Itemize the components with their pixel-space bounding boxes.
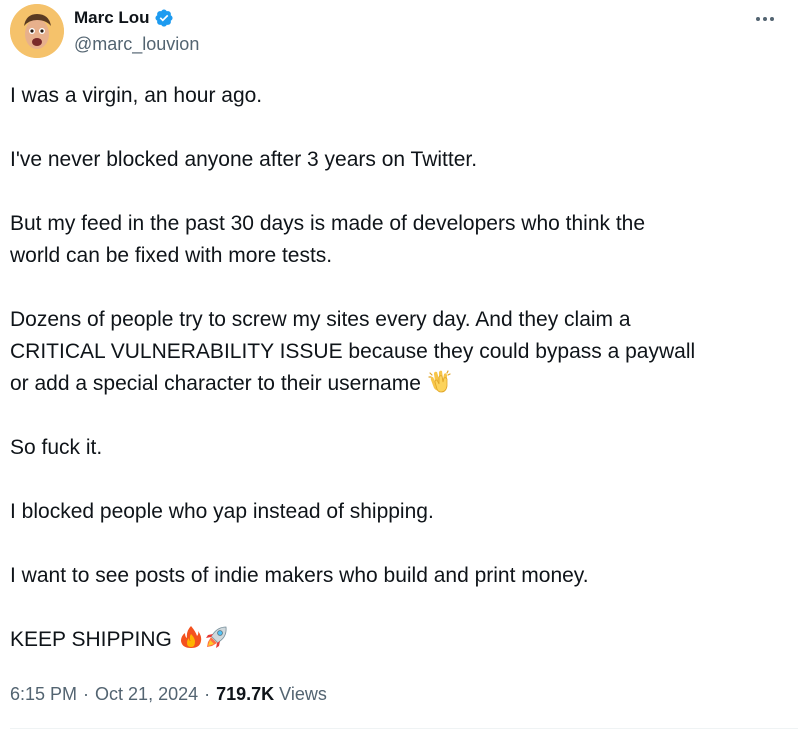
more-options-button[interactable]: [752, 8, 778, 28]
avatar[interactable]: [10, 4, 64, 58]
tweet-header: Marc Lou @marc_louvion: [10, 4, 790, 58]
views-count[interactable]: 719.7K: [216, 680, 274, 708]
meta-separator: ·: [83, 684, 90, 704]
tweet-time[interactable]: 6:15 PM: [10, 680, 77, 708]
author-names: Marc Lou @marc_louvion: [74, 6, 199, 56]
verified-badge-icon[interactable]: [154, 8, 174, 28]
clapping-hands-emoji: [427, 368, 453, 394]
divider: [10, 728, 798, 729]
display-name-row: Marc Lou: [74, 6, 199, 30]
views-label: Views: [279, 684, 327, 704]
tweet-paragraph: So fuck it.: [10, 436, 103, 459]
tweet-paragraph-with-emoji: KEEP SHIPPING: [10, 624, 780, 656]
more-horizontal-icon: [755, 9, 775, 27]
tweet-meta: 6:15 PM · Oct 21, 2024 · 719.7K Views: [10, 680, 327, 708]
display-name[interactable]: Marc Lou: [74, 7, 150, 29]
author-handle[interactable]: @marc_louvion: [74, 32, 199, 56]
meta-separator: ·: [204, 684, 211, 704]
tweet-paragraph: I want to see posts of indie makers who …: [10, 564, 589, 587]
tweet-card: Marc Lou @marc_louvion I was a virgin, a…: [0, 0, 798, 730]
rocket-emoji: [204, 624, 230, 650]
tweet-paragraph-with-emoji: Dozens of people try to screw my sites e…: [10, 304, 780, 400]
tweet-paragraph: KEEP SHIPPING: [10, 628, 172, 651]
tweet-paragraph: I've never blocked anyone after 3 years …: [10, 148, 478, 171]
fire-emoji: [178, 624, 204, 650]
tweet-text: I was a virgin, an hour ago. I've never …: [10, 80, 780, 688]
tweet-paragraph: But my feed in the past 30 days is made …: [10, 212, 646, 267]
tweet-paragraph: Dozens of people try to screw my sites e…: [10, 308, 696, 395]
tweet-date[interactable]: Oct 21, 2024: [95, 680, 198, 708]
tweet-paragraph: I blocked people who yap instead of ship…: [10, 500, 434, 523]
tweet-paragraph: I was a virgin, an hour ago.: [10, 84, 263, 107]
